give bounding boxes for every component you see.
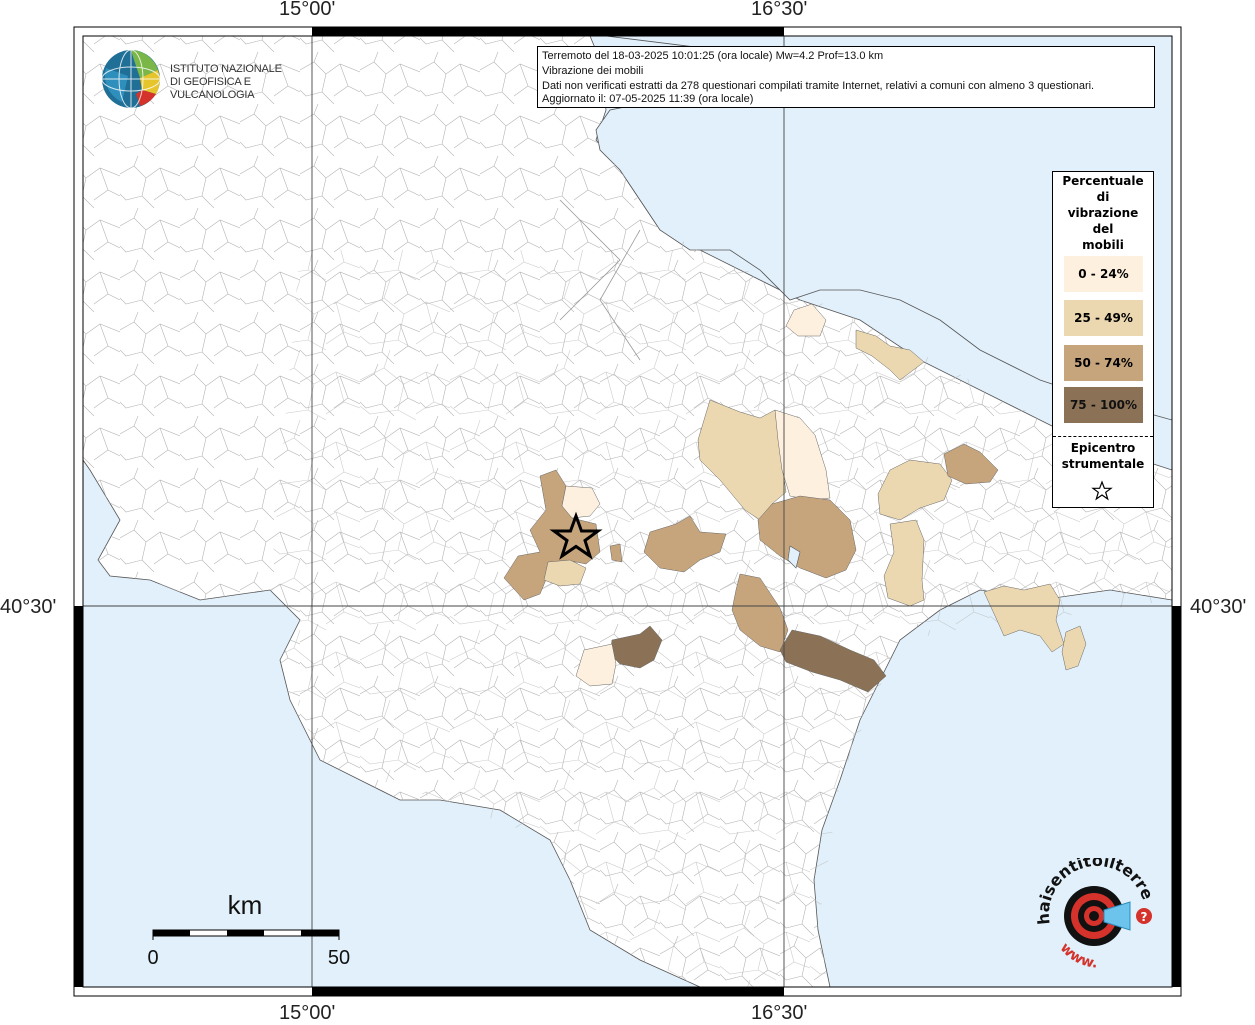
legend-item-label: 0 - 24% xyxy=(1078,267,1129,281)
municipality-pct-50-74 xyxy=(609,543,623,563)
scale-tick-min: 0 xyxy=(147,947,158,969)
legend-item-0-24: 0 - 24% xyxy=(1064,256,1143,292)
top-lon-label-1: 15°00' xyxy=(279,0,336,20)
legend-epicenter-line: Epicentro xyxy=(1070,441,1136,455)
event-info-line: Terremoto del 18-03-2025 10:01:25 (ora l… xyxy=(542,50,884,62)
svg-text:?: ? xyxy=(1141,910,1148,924)
haisentito-logo: haisentitoilterremoto.it www. ? xyxy=(1032,858,1157,972)
legend: Percentuale di vibrazione del mobili 0 -… xyxy=(1052,171,1154,508)
scale-tick-max: 50 xyxy=(328,947,350,969)
right-lat-label: 40°30' xyxy=(1190,596,1247,618)
ingv-logo: ISTITUTO NAZIONALE DI GEOFISICA E VULCAN… xyxy=(100,48,315,110)
legend-item-75-100: 75 - 100% xyxy=(1064,387,1143,423)
event-info-line: Aggiornato il: 07-05-2025 11:39 (ora loc… xyxy=(542,93,754,105)
ingv-name-line: DI GEOFISICA E VULCANOLOGIA xyxy=(170,76,255,101)
scale-bar: km 0 50 xyxy=(147,890,350,969)
legend-separator xyxy=(1053,436,1153,437)
event-info-box: Terremoto del 18-03-2025 10:01:25 (ora l… xyxy=(537,46,1155,108)
legend-item-label: 50 - 74% xyxy=(1074,356,1133,370)
star-icon xyxy=(1091,480,1113,501)
legend-epicenter-line: strumentale xyxy=(1061,457,1145,471)
ingv-name: ISTITUTO NAZIONALE DI GEOFISICA E VULCAN… xyxy=(170,63,315,102)
scale-unit: km xyxy=(228,890,263,920)
legend-title-line: Percentuale xyxy=(1062,174,1144,188)
legend-item-label: 25 - 49% xyxy=(1074,311,1133,325)
legend-epicenter-label: Epicentro strumentale xyxy=(1053,440,1153,472)
legend-title: Percentuale di vibrazione del mobili xyxy=(1053,172,1153,253)
globe-icon xyxy=(101,49,161,109)
left-lat-label: 40°30' xyxy=(0,596,57,618)
legend-title-line: di xyxy=(1096,190,1110,204)
legend-title-line: vibrazione xyxy=(1067,206,1139,220)
bottom-lon-label-1: 15°00' xyxy=(279,1002,336,1024)
legend-item-25-49: 25 - 49% xyxy=(1064,300,1143,336)
legend-title-line: del xyxy=(1092,222,1114,236)
top-lon-label-2: 16°30' xyxy=(751,0,808,20)
legend-item-label: 75 - 100% xyxy=(1069,398,1138,412)
ingv-name-line: ISTITUTO NAZIONALE xyxy=(170,63,282,75)
legend-title-line: mobili xyxy=(1082,238,1124,252)
event-info-line: Vibrazione dei mobili xyxy=(542,65,644,77)
bottom-lon-label-2: 16°30' xyxy=(751,1002,808,1024)
legend-item-50-74: 50 - 74% xyxy=(1064,345,1143,381)
